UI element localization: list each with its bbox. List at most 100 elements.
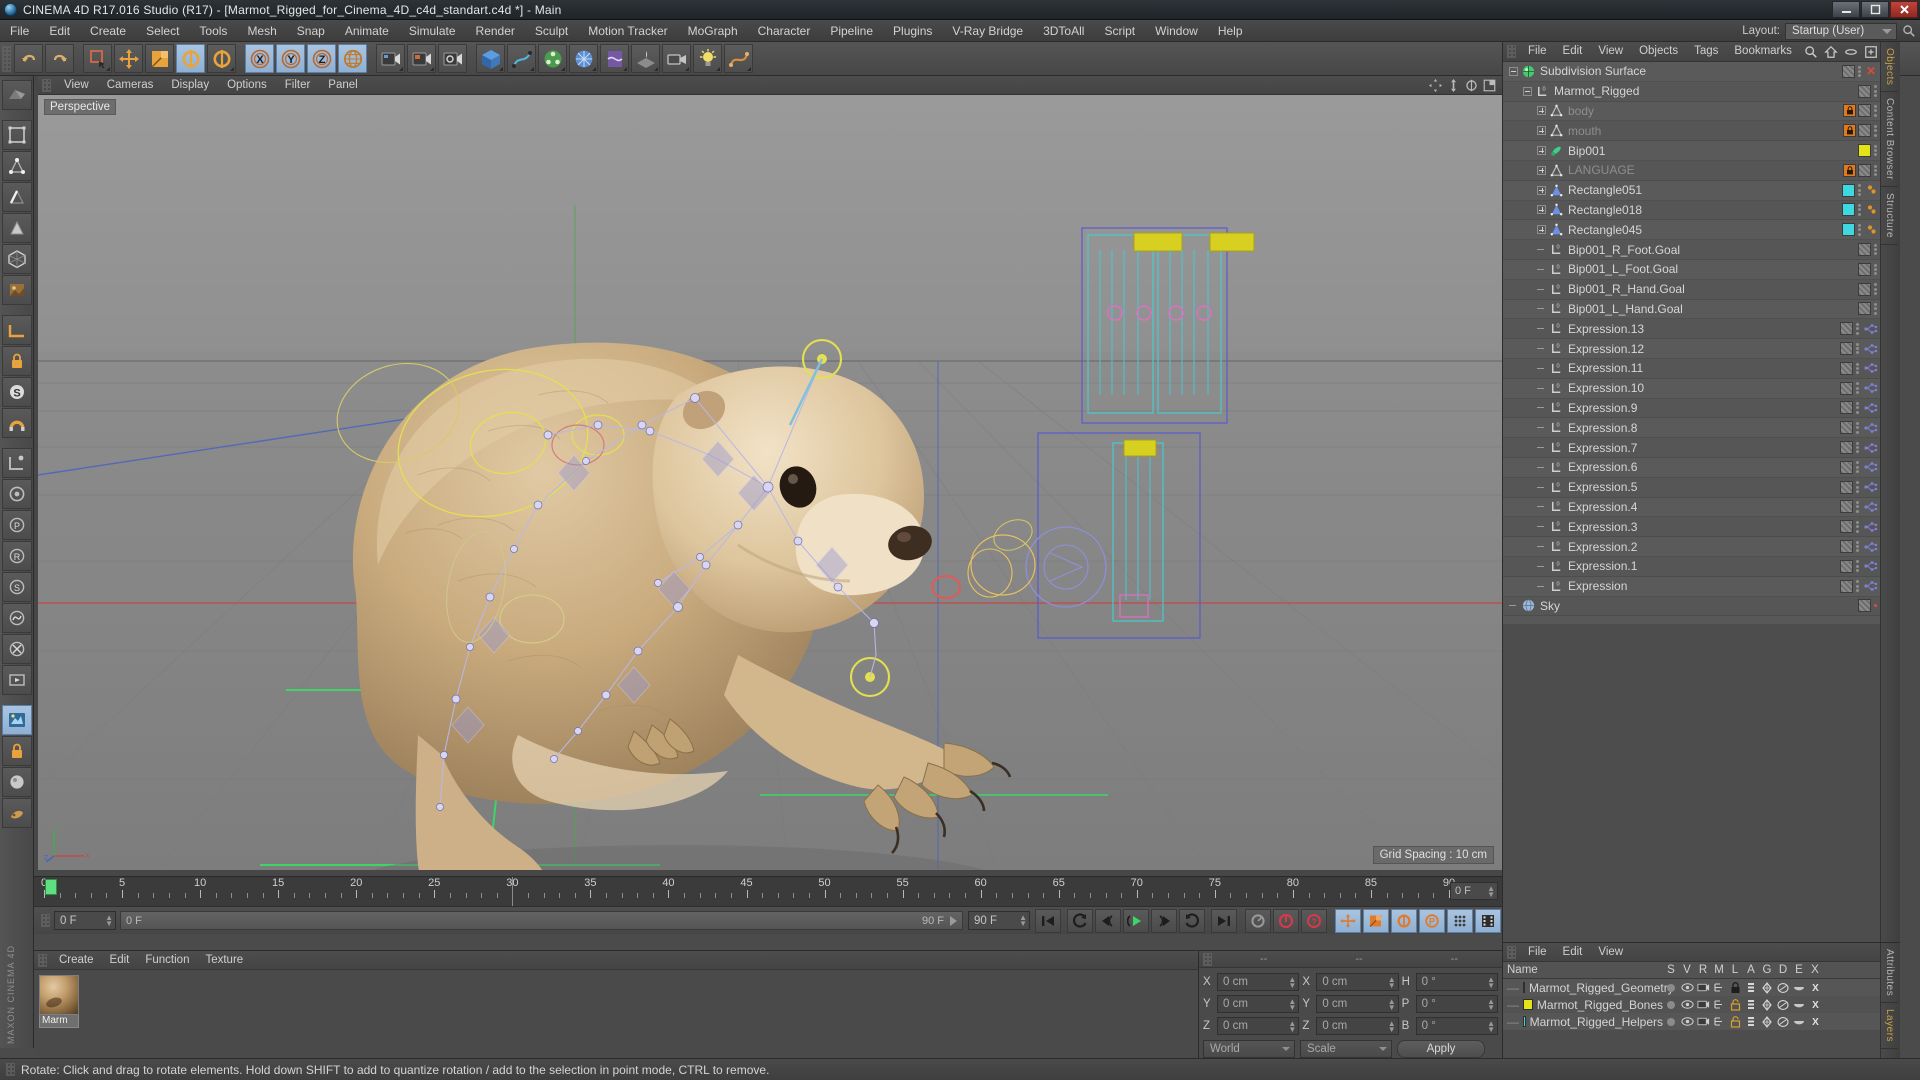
tag-display[interactable] [1840,520,1853,534]
ellipse-icon[interactable] [1844,45,1858,59]
layer-animation-cell[interactable] [1743,1016,1759,1027]
tag-display[interactable] [1858,243,1871,257]
layer-color-swatch[interactable] [1523,999,1533,1010]
point-mode-button[interactable] [2,151,32,181]
expand-toggle[interactable] [1537,146,1546,156]
layer-render-cell[interactable] [1695,999,1711,1010]
rotation-field-p[interactable]: 0 ° ▲ ▼ [1415,994,1498,1013]
object-row[interactable]: 0 Expression.6 [1503,457,1881,478]
light-button[interactable] [693,44,722,73]
camera-button[interactable] [662,44,691,73]
tag-dots-icon[interactable] [1857,184,1862,197]
tag-dots-icon[interactable] [1873,124,1878,137]
layer-expressions-cell[interactable] [1791,1000,1807,1010]
tag-dots-icon[interactable] [1873,104,1878,117]
menu-item-mesh[interactable]: Mesh [237,20,286,42]
fit-icon[interactable] [1864,45,1878,59]
layer-solo-cell[interactable] [1663,983,1679,992]
object-mode-button[interactable] [2,120,32,150]
scale-button[interactable] [145,44,174,73]
spinner-icon[interactable]: ▲ ▼ [1388,1019,1396,1033]
rotation-key-button[interactable] [1391,908,1417,933]
object-menu-bookmarks[interactable]: Bookmarks [1726,42,1800,61]
menu-item-tools[interactable]: Tools [189,20,237,42]
layer-expressions-cell[interactable] [1791,1017,1807,1027]
tag-display[interactable] [1840,500,1853,514]
object-row[interactable]: 0 Bip001_R_Foot.Goal [1503,240,1881,260]
search-icon[interactable] [1902,24,1916,38]
material-menu-create[interactable]: Create [51,951,102,970]
object-menu-file[interactable]: File [1520,42,1555,61]
viewport-menu-filter[interactable]: Filter [276,76,320,95]
tag-dots-icon[interactable] [1855,382,1860,395]
object-row[interactable]: Rectangle018 [1503,200,1881,221]
layer-manager-grip[interactable] [1507,945,1516,959]
size-field-z[interactable]: 0 cm ▲ ▼ [1316,1016,1399,1035]
menu-item-snap[interactable]: Snap [287,20,335,42]
timeline-ruler-bar[interactable]: 051015202530354045505560657075808590 0 F… [34,876,1502,907]
team-render-button[interactable] [2,705,32,735]
object-row[interactable]: Subdivision Surface ✕ [1503,62,1881,82]
layer-expressions-cell[interactable] [1791,983,1807,993]
object-manager-grip[interactable] [1507,45,1516,58]
tag-dots-icon[interactable] [1855,401,1860,414]
layer-xref-cell[interactable]: X [1807,982,1823,993]
menu-item-window[interactable]: Window [1145,20,1208,42]
object-row[interactable]: mouth [1503,121,1881,142]
xpresso-tag-icon[interactable] [1862,422,1878,434]
tag-dots-icon[interactable] [1855,520,1860,533]
viewport-solo-button[interactable] [2,479,32,509]
tag-layer-cyan[interactable] [1842,183,1855,197]
world-coordinate-button[interactable] [338,44,367,73]
tag-dots-icon[interactable] [1873,599,1878,612]
rotate-view-icon[interactable] [1465,79,1478,92]
object-row[interactable]: Rectangle051 [1503,180,1881,201]
object-row[interactable]: 0 Expression.1 [1503,556,1881,577]
playback-grip[interactable] [41,914,50,927]
object-menu-view[interactable]: View [1590,42,1631,61]
expand-toggle[interactable] [1537,106,1546,116]
xpresso-tag-icon[interactable] [1862,343,1878,355]
tag-dots-icon[interactable] [1873,283,1878,296]
spinner-icon[interactable]: ▲ ▼ [1388,975,1396,989]
tag-protection[interactable] [1843,104,1856,118]
position-key-button[interactable] [1335,908,1361,933]
axis-z-button[interactable]: Z [307,44,336,73]
menu-item-animate[interactable]: Animate [335,20,399,42]
search-icon[interactable] [1804,45,1818,59]
render-view-button[interactable] [376,44,405,73]
side-tab-objects[interactable]: Objects [1881,42,1898,93]
xpresso-tag-icon[interactable] [1862,461,1878,473]
menu-item-file[interactable]: File [0,20,39,42]
expression-dots-icon[interactable] [1864,184,1878,196]
tag-display[interactable] [1840,579,1853,593]
layer-solo-cell[interactable] [1663,1000,1679,1009]
next-frame-button[interactable] [1151,908,1177,933]
layer-menu-edit[interactable]: Edit [1555,943,1591,962]
tag-dots-icon[interactable] [1855,421,1860,434]
tag-display[interactable] [1840,381,1853,395]
layer-visible-cell[interactable] [1679,982,1695,993]
tag-dots-icon[interactable] [1855,560,1860,573]
prev-key-button[interactable] [1067,908,1093,933]
menu-item-script[interactable]: Script [1094,20,1145,42]
pan-icon[interactable] [1429,79,1442,92]
layer-menu-view[interactable]: View [1590,943,1631,962]
layer-color-swatch[interactable] [1523,1016,1526,1027]
layer-row[interactable]: — Marmot_Rigged_Helpers X [1503,1013,1900,1030]
spinner-icon[interactable]: ▲ ▼ [1487,1019,1495,1033]
coordinate-space-select[interactable]: World [1203,1040,1295,1058]
home-icon[interactable] [1824,45,1838,59]
side-tab-attributes[interactable]: Attributes [1881,943,1898,1004]
tag-dots-icon[interactable] [1855,540,1860,553]
object-row[interactable]: 0 Expression.4 [1503,497,1881,518]
object-row[interactable]: 0 Bip001_L_Foot.Goal [1503,259,1881,280]
menu-item-plugins[interactable]: Plugins [883,20,942,42]
material-menu-edit[interactable]: Edit [102,951,138,970]
object-row[interactable]: 0 Expression.11 [1503,358,1881,379]
viewport-menu-view[interactable]: View [55,76,98,95]
object-menu-tags[interactable]: Tags [1686,42,1726,61]
maximize-view-icon[interactable] [1483,79,1496,92]
layer-menu-file[interactable]: File [1520,943,1555,962]
object-row[interactable]: body [1503,101,1881,122]
